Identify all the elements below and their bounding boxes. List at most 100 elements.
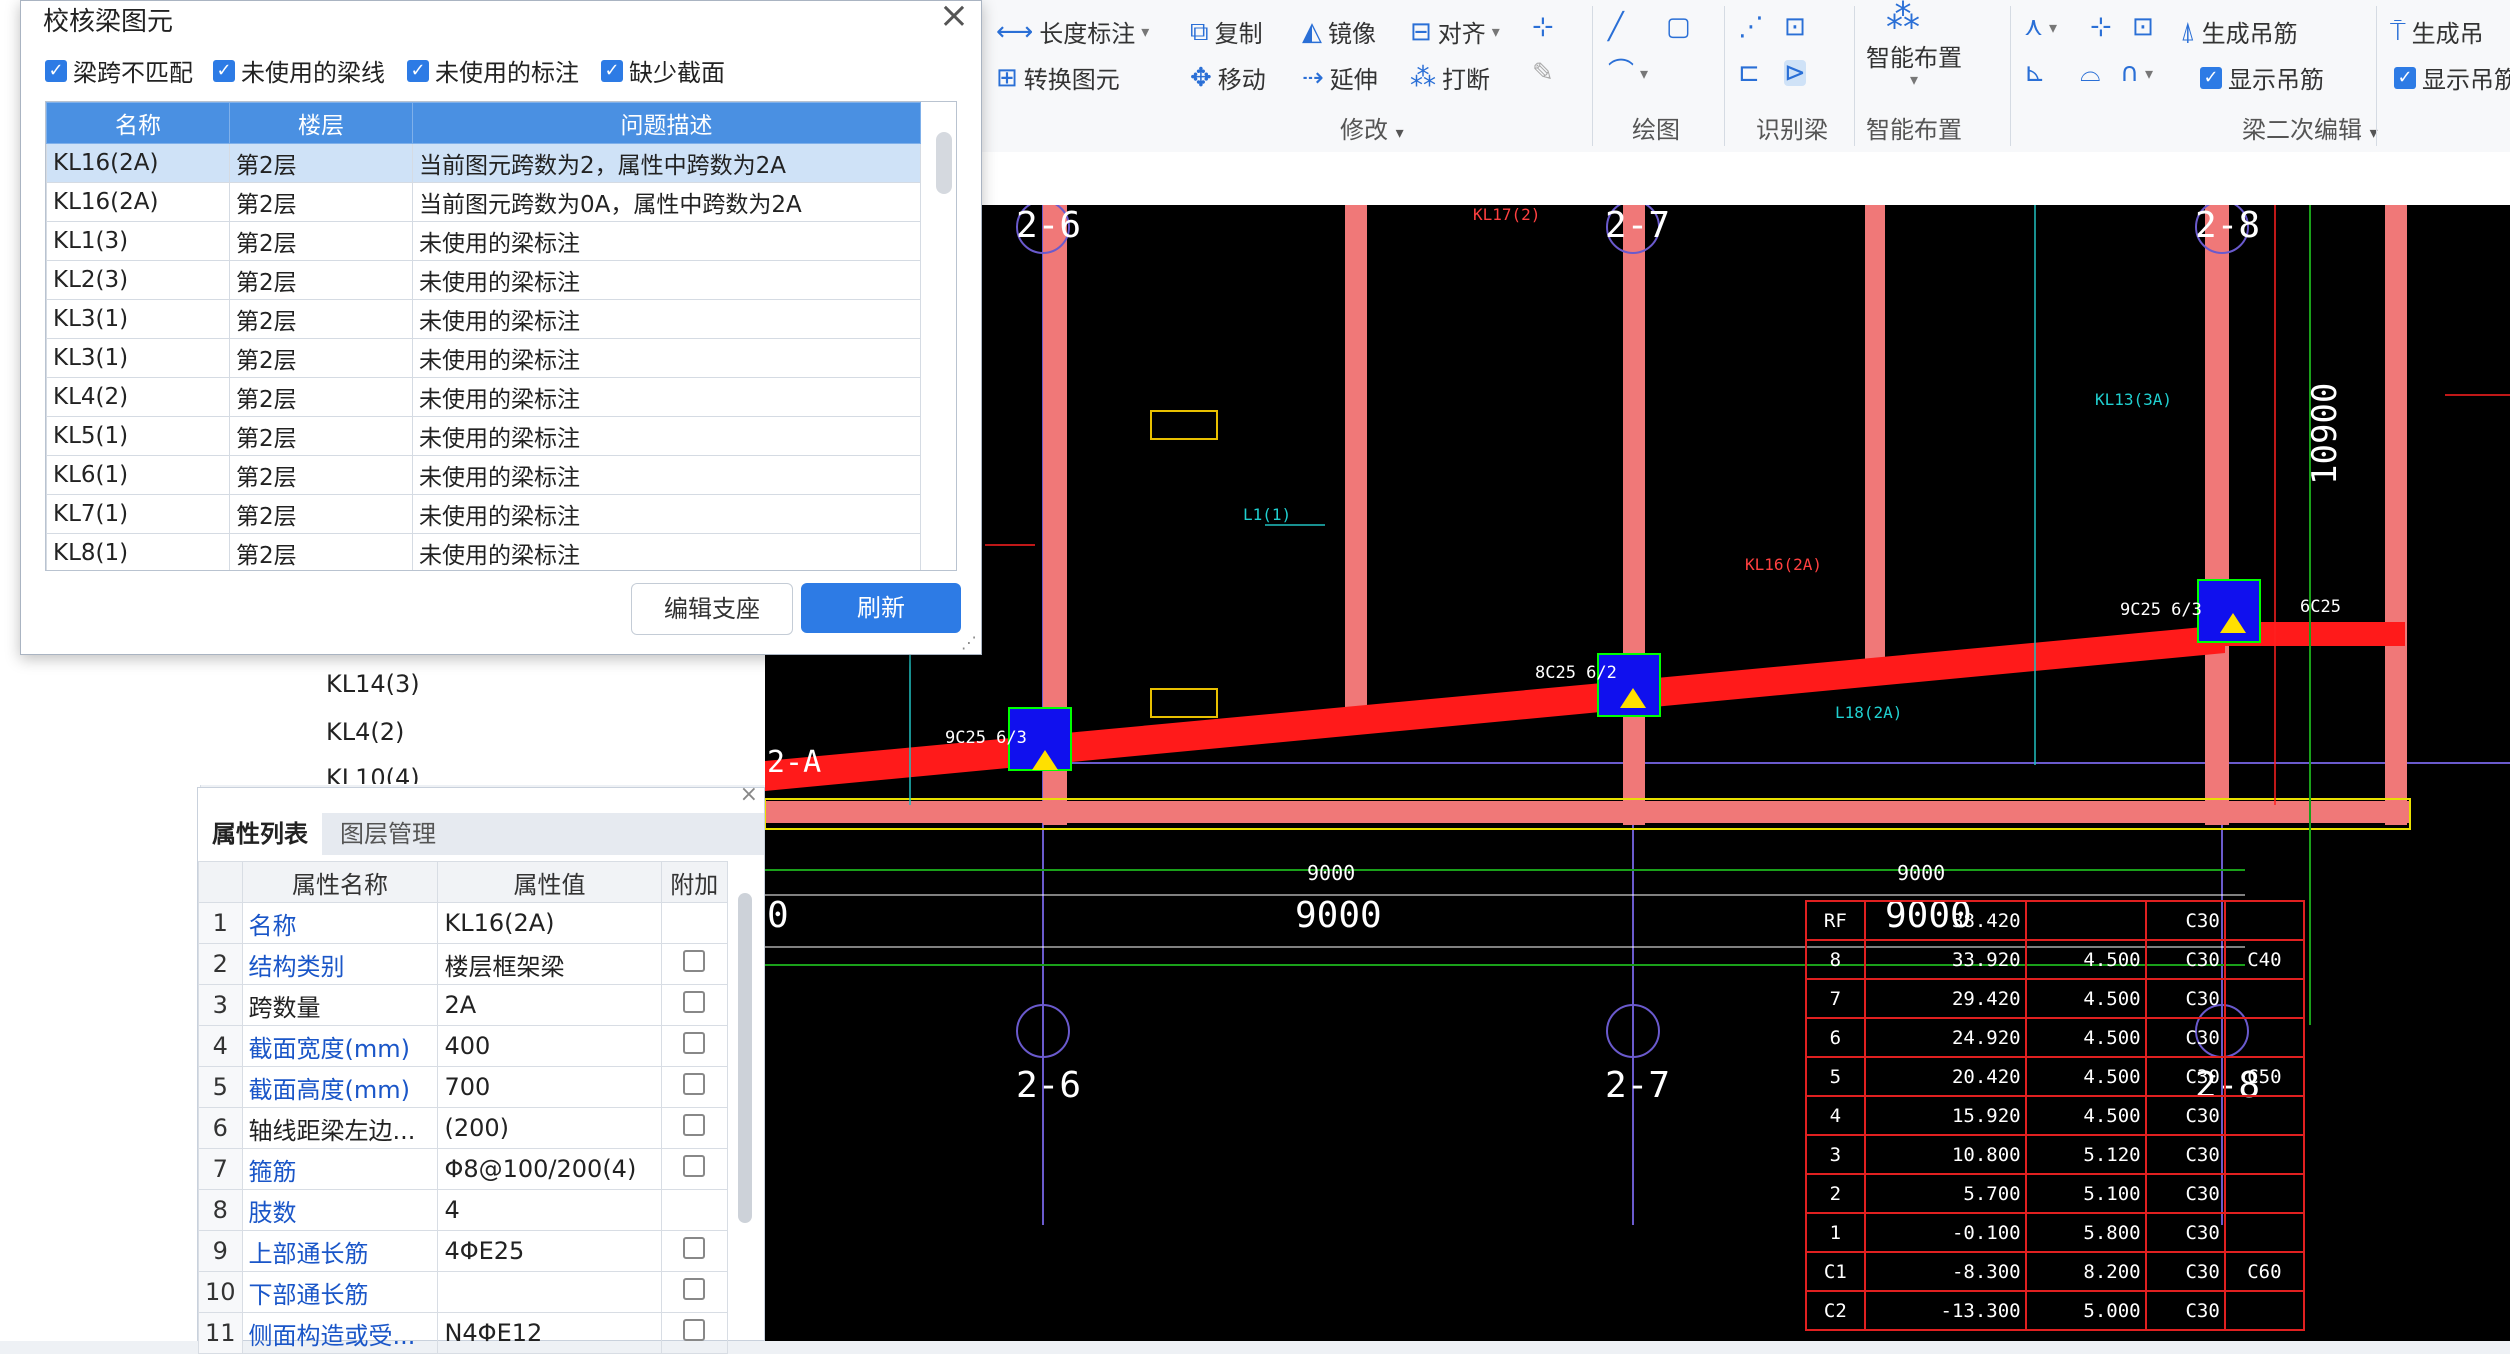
length-mark-button[interactable]: ⟷ 长度标注 ▾ xyxy=(996,14,1149,49)
tree-item[interactable]: KL14(3) xyxy=(326,670,420,698)
table-row[interactable]: KL3(1) 第2层 未使用的梁标注 xyxy=(46,299,921,339)
smart-layout-button[interactable]: 智能布置 xyxy=(1866,38,1962,73)
close-icon[interactable]: × xyxy=(740,782,758,807)
property-row[interactable]: 4 截面宽度(mm) 400 xyxy=(198,1025,729,1067)
recognize-beam-icon[interactable]: ⋰ xyxy=(1738,14,1764,40)
hanger-more-icon[interactable]: ∩ ▾ xyxy=(2120,60,2153,86)
attach-checkbox[interactable] xyxy=(660,1312,729,1354)
tree-item[interactable]: KL10(4) xyxy=(326,764,420,784)
table-row[interactable]: KL5(1) 第2层 未使用的梁标注 xyxy=(46,416,921,456)
attach-checkbox[interactable] xyxy=(660,1148,729,1190)
property-row[interactable]: 8 肢数 4 xyxy=(198,1189,729,1231)
property-value[interactable]: KL16(2A) xyxy=(437,902,662,944)
check-beam-active-icon[interactable]: ⊳ xyxy=(1784,60,1806,86)
refresh-button[interactable]: 刷新 xyxy=(801,583,961,633)
arc-draw-icon[interactable]: ⌒ ▾ xyxy=(1608,60,1648,86)
smart-layout-icon[interactable]: ⁂ xyxy=(1886,0,1920,34)
property-value[interactable]: N4ΦE12 xyxy=(437,1312,662,1354)
table-row[interactable]: KL16(2A) 第2层 当前图元跨数为2，属性中跨数为2A xyxy=(46,143,921,183)
show-hanger2-checkbox[interactable]: ✓ 显示吊筋 xyxy=(2394,60,2510,95)
attach-checkbox[interactable] xyxy=(660,1025,729,1067)
scrollbar-thumb[interactable] xyxy=(936,132,952,194)
property-value[interactable]: 楼层框架梁 xyxy=(437,943,662,985)
resize-grip-icon[interactable]: ⋰ xyxy=(961,633,977,652)
hanger-point-icon[interactable]: ⊹ xyxy=(2090,14,2112,40)
align-button[interactable]: ⊟ 对齐 ▾ xyxy=(1410,14,1500,49)
show-hanger-checkbox[interactable]: ✓ 显示吊筋 xyxy=(2200,60,2324,95)
cad-drawing-canvas[interactable]: 2-6 2-7 2-8 2-6 2-7 2-8 2-A 9000 9000 90… xyxy=(765,205,2510,1341)
recognize-label-icon[interactable]: ⊡ xyxy=(1784,14,1806,40)
table-row[interactable]: KL16(2A) 第2层 当前图元跨数为0A，属性中跨数为2A xyxy=(46,182,921,222)
property-value[interactable]: 4ΦE25 xyxy=(437,1230,662,1272)
floor-cell: -13.300 xyxy=(1863,1290,2027,1331)
tab-layer-management[interactable]: 图层管理 xyxy=(326,813,450,855)
attach-checkbox[interactable] xyxy=(660,943,729,985)
attach-checkbox[interactable] xyxy=(660,984,729,1026)
attach-checkbox[interactable] xyxy=(660,1189,729,1231)
filter-unused-label-checkbox[interactable]: ✓ 未使用的标注 xyxy=(407,53,579,88)
table-row[interactable]: KL7(1) 第2层 未使用的梁标注 xyxy=(46,494,921,534)
property-row[interactable]: 5 截面高度(mm) 700 xyxy=(198,1066,729,1108)
table-row[interactable]: KL2(3) 第2层 未使用的梁标注 xyxy=(46,260,921,300)
line-draw-icon[interactable]: ╱ xyxy=(1608,14,1624,40)
property-value[interactable] xyxy=(437,1271,662,1313)
table-row[interactable]: KL1(3) 第2层 未使用的梁标注 xyxy=(46,221,921,261)
column-header-description[interactable]: 问题描述 xyxy=(412,102,921,144)
table-row[interactable]: KL3(1) 第2层 未使用的梁标注 xyxy=(46,338,921,378)
attach-checkbox[interactable] xyxy=(660,1271,729,1313)
hanger-tool-icon[interactable]: ⋏ ▾ xyxy=(2024,14,2057,40)
hanger-delete-icon[interactable]: ⊾ xyxy=(2024,60,2046,86)
filter-span-mismatch-checkbox[interactable]: ✓ 梁跨不匹配 xyxy=(45,53,193,88)
floor-row: 5 20.420 4.500 C30 C50 xyxy=(1805,1056,2306,1097)
close-icon[interactable]: × xyxy=(939,0,969,36)
attach-checkbox[interactable] xyxy=(660,1107,729,1149)
tab-property-list[interactable]: 属性列表 xyxy=(198,813,322,855)
property-value[interactable]: Φ8@100/200(4) xyxy=(437,1148,662,1190)
table-row[interactable]: KL8(1) 第2层 未使用的梁标注 xyxy=(46,533,921,570)
property-row[interactable]: 2 结构类别 楼层框架梁 xyxy=(198,943,729,985)
edit-support-button[interactable]: 编辑支座 xyxy=(631,583,793,635)
property-row[interactable]: 11 侧面构造或受... N4ΦE12 xyxy=(198,1312,729,1354)
table-row[interactable]: KL6(1) 第2层 未使用的梁标注 xyxy=(46,455,921,495)
property-row[interactable]: 3 跨数量 2A xyxy=(198,984,729,1026)
property-value[interactable]: 400 xyxy=(437,1025,662,1067)
hanger-arc-icon[interactable]: ⌓ xyxy=(2080,60,2101,86)
column-header-floor[interactable]: 楼层 xyxy=(229,102,413,144)
floor-row: 1 -0.100 5.800 C30 xyxy=(1805,1212,2306,1253)
column-header-name[interactable]: 名称 xyxy=(46,102,230,144)
attach-checkbox[interactable] xyxy=(660,902,729,944)
table-cell: 未使用的梁标注 xyxy=(412,416,921,456)
hanger-select-icon[interactable]: ⊡ xyxy=(2132,14,2154,40)
scrollbar-thumb[interactable] xyxy=(738,893,752,1223)
convert-element-button[interactable]: ⊞ 转换图元 xyxy=(996,60,1120,95)
table-row[interactable]: KL4(2) 第2层 未使用的梁标注 xyxy=(46,377,921,417)
filter-unused-beam-line-checkbox[interactable]: ✓ 未使用的梁线 xyxy=(213,53,385,88)
property-value[interactable]: 2A xyxy=(437,984,662,1026)
edit-icon[interactable]: ✎ xyxy=(1532,60,1554,86)
mirror-button[interactable]: ◭ 镜像 xyxy=(1302,14,1376,49)
generate-hanger-button[interactable]: ⍋ 生成吊筋 xyxy=(2180,14,2298,49)
attach-checkbox[interactable] xyxy=(660,1066,729,1108)
attach-checkbox[interactable] xyxy=(660,1230,729,1272)
generate-hanger2-button[interactable]: ⍑ 生成吊 xyxy=(2390,14,2484,49)
extend-button[interactable]: ⇢ 延伸 xyxy=(1302,60,1378,95)
floor-cell: 5.000 xyxy=(2024,1290,2147,1331)
copy-button[interactable]: ⧉ 复制 xyxy=(1190,14,1263,49)
property-row[interactable]: 10 下部通长筋 xyxy=(198,1271,729,1313)
tree-item[interactable]: KL4(2) xyxy=(326,718,404,746)
property-value[interactable]: 4 xyxy=(437,1189,662,1231)
rebar-annotation: 9C25 6/3 xyxy=(945,728,1027,748)
property-row[interactable]: 9 上部通长筋 4ΦE25 xyxy=(198,1230,729,1272)
move-button[interactable]: ✥ 移动 xyxy=(1190,60,1266,95)
filter-missing-section-checkbox[interactable]: ✓ 缺少截面 xyxy=(601,53,725,88)
property-value[interactable]: (200) xyxy=(437,1107,662,1149)
rect-draw-icon[interactable]: ▢ xyxy=(1666,14,1691,40)
check-beam-icon[interactable]: ⊏ xyxy=(1738,60,1760,86)
break-button[interactable]: ⁂ 打断 xyxy=(1410,60,1490,95)
property-row[interactable]: 6 轴线距梁左边... (200) xyxy=(198,1107,729,1149)
offset-icon[interactable]: ⊹ xyxy=(1532,14,1554,40)
property-row[interactable]: 7 箍筋 Φ8@100/200(4) xyxy=(198,1148,729,1190)
property-value[interactable]: 700 xyxy=(437,1066,662,1108)
break-icon: ⁂ xyxy=(1410,62,1436,93)
property-row[interactable]: 1 名称 KL16(2A) xyxy=(198,902,729,944)
